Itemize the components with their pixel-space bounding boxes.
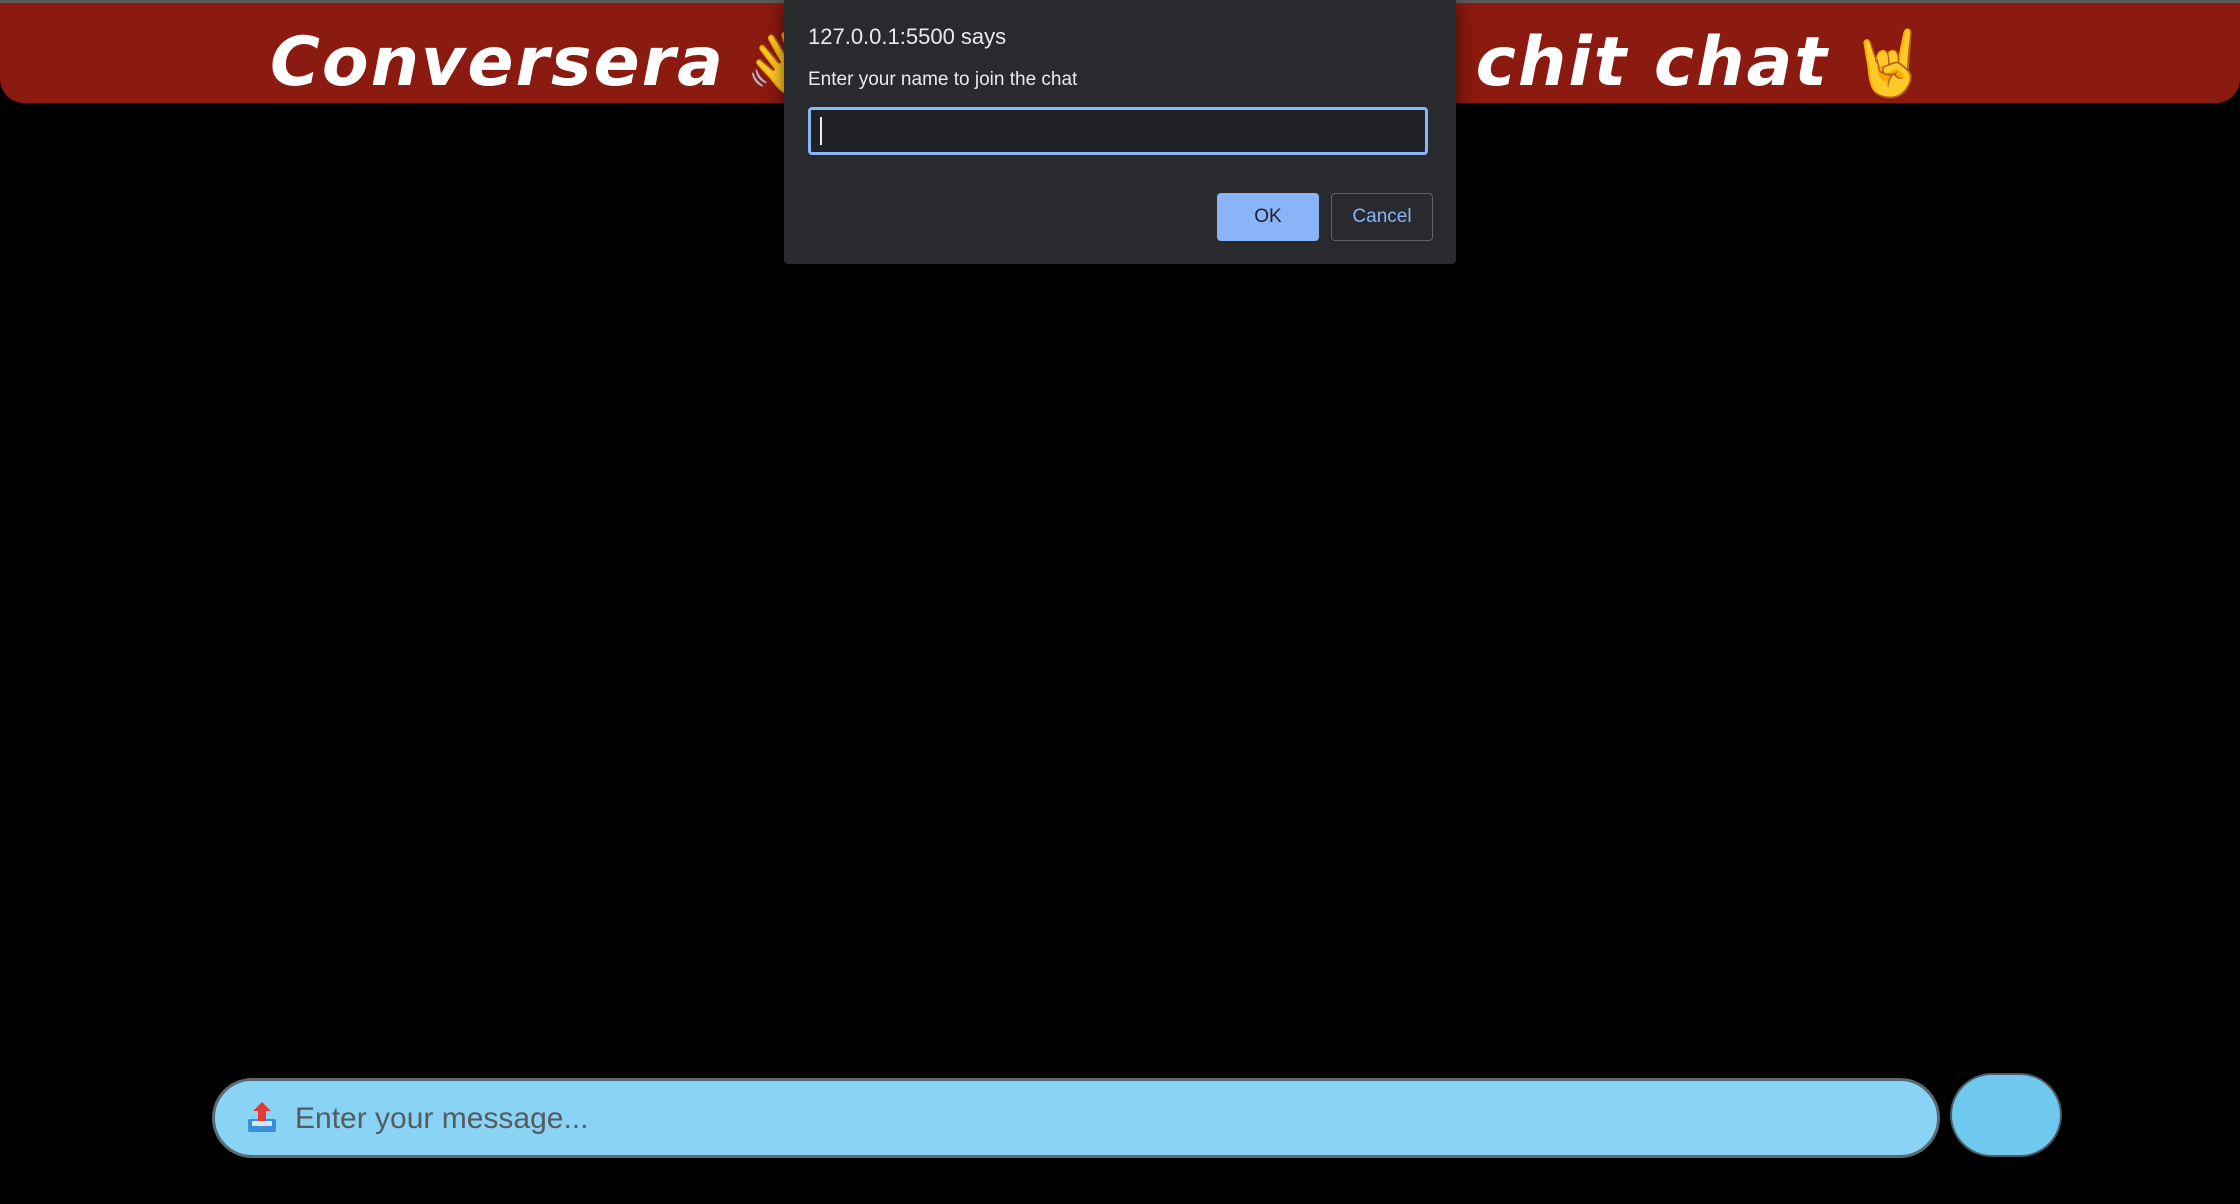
dialog-title: 127.0.0.1:5500 says: [808, 24, 1007, 49]
name-input[interactable]: [808, 107, 1428, 155]
text-caret: [820, 117, 822, 145]
message-input[interactable]: [293, 1089, 1897, 1149]
message-composer: [212, 1078, 1940, 1158]
ok-button[interactable]: OK: [1217, 193, 1319, 241]
header-title-left: Conversera: [270, 23, 726, 102]
dialog-message: Enter your name to join the chat: [808, 69, 1078, 90]
upload-tray-icon[interactable]: [245, 1101, 279, 1135]
send-button[interactable]: [1950, 1073, 2062, 1157]
chat-page: Conversera👋to chit chat🤘 127.0.0.1:5500 …: [0, 0, 2240, 1204]
prompt-dialog: 127.0.0.1:5500 says Enter your name to j…: [784, 0, 1456, 264]
cancel-button[interactable]: Cancel: [1331, 193, 1433, 241]
rock-hand-emoji-icon: 🤘: [1848, 27, 1931, 101]
